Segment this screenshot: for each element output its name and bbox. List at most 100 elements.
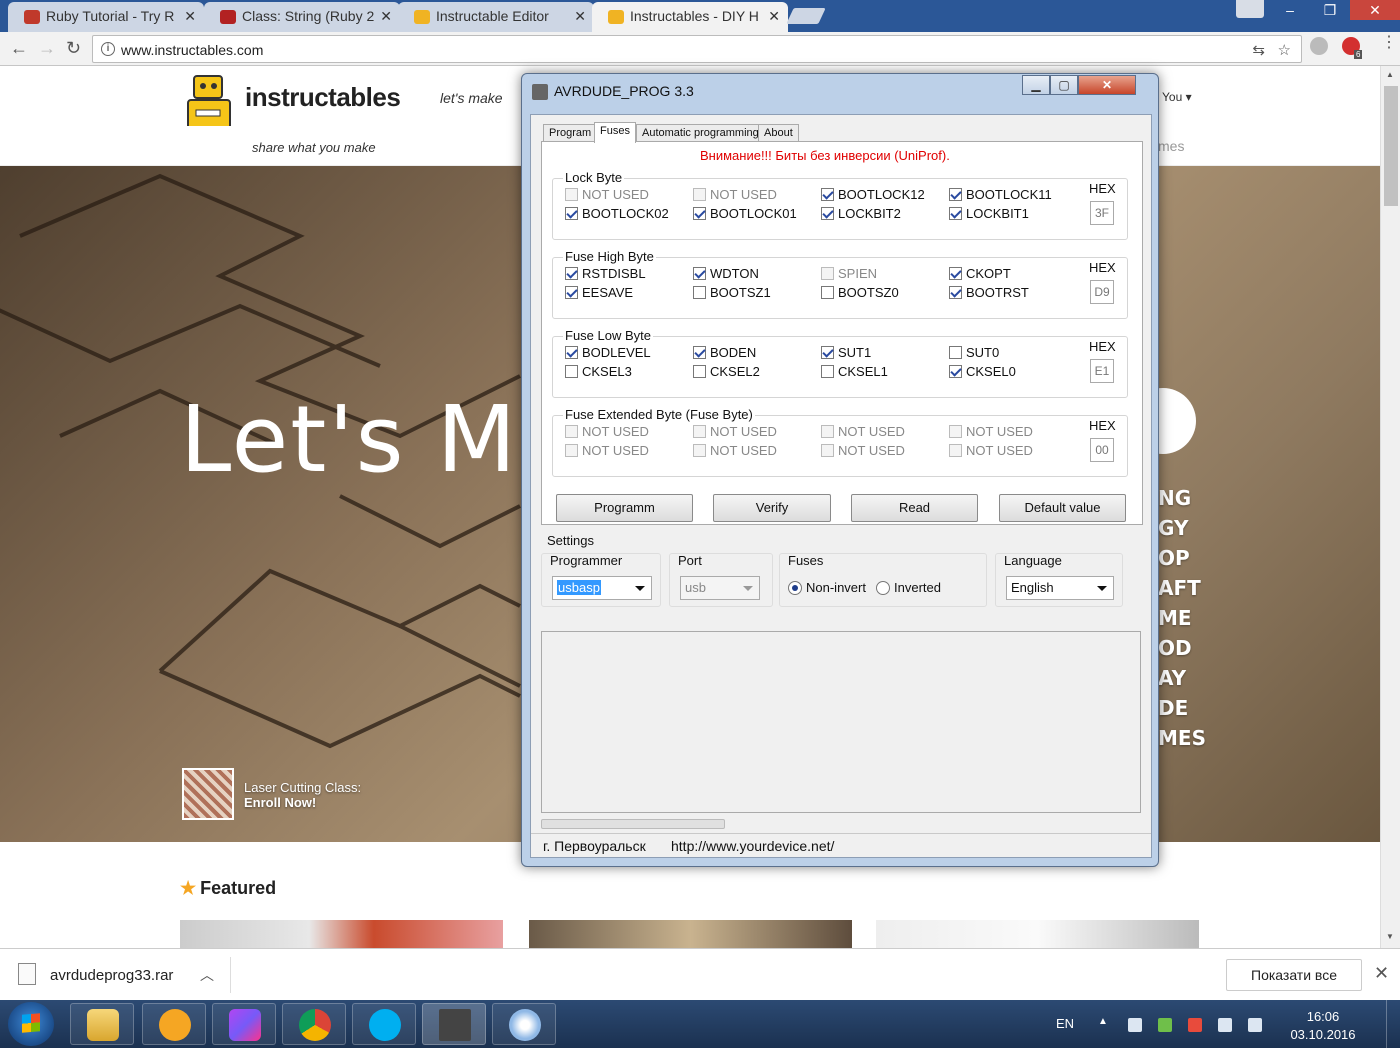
programmer-select[interactable]: usbasp xyxy=(552,576,652,600)
start-button[interactable] xyxy=(8,1002,54,1046)
category-link[interactable]: NG xyxy=(1158,486,1206,516)
volume-icon[interactable] xyxy=(1248,1018,1262,1032)
tab-fuses[interactable]: Fuses xyxy=(594,122,636,143)
close-tab-icon[interactable]: ✕ xyxy=(574,8,586,25)
taskbar-paint[interactable] xyxy=(492,1003,556,1045)
fuse-bit-checkbox[interactable]: CKSEL3 xyxy=(565,364,632,379)
port-select[interactable]: usb xyxy=(680,576,760,600)
close-icon[interactable]: ✕ xyxy=(1374,963,1389,984)
show-desktop-button[interactable] xyxy=(1386,1000,1400,1048)
page-scrollbar[interactable]: ▲ ▼ xyxy=(1380,66,1400,948)
fuse-bit-checkbox[interactable]: CKSEL0 xyxy=(949,364,1016,379)
bookmark-star-icon[interactable]: ☆ xyxy=(1278,41,1291,59)
default-value-button[interactable]: Default value xyxy=(999,494,1126,522)
fuse-bit-checkbox[interactable]: BOOTRST xyxy=(949,285,1029,300)
fuse-bit-checkbox[interactable]: NOT USED xyxy=(693,424,777,439)
language-select[interactable]: English xyxy=(1006,576,1114,600)
browser-tab-instructable-editor[interactable]: Instructable Editor ✕ xyxy=(398,2,594,32)
fuse-bit-checkbox[interactable]: NOT USED xyxy=(565,443,649,458)
category-link[interactable]: OD xyxy=(1158,636,1206,666)
category-link[interactable]: AY xyxy=(1158,666,1206,696)
hex-value-field[interactable]: 00 xyxy=(1090,438,1114,462)
chevron-up-icon[interactable]: ︿ xyxy=(200,965,214,985)
fuse-bit-checkbox[interactable]: NOT USED xyxy=(949,424,1033,439)
fuse-bit-checkbox[interactable]: BOOTLOCK12 xyxy=(821,187,925,202)
category-link[interactable]: AFT xyxy=(1158,576,1206,606)
inverted-radio[interactable]: Inverted xyxy=(876,580,941,595)
status-url[interactable]: http://www.yourdevice.net/ xyxy=(671,838,834,854)
laser-class-promo[interactable]: Laser Cutting Class: Enroll Now! xyxy=(244,780,361,810)
scrollbar-thumb[interactable] xyxy=(1384,86,1398,206)
hex-value-field[interactable]: D9 xyxy=(1090,280,1114,304)
flag-icon[interactable] xyxy=(1188,1018,1202,1032)
verify-button[interactable]: Verify xyxy=(713,494,831,522)
new-tab-button[interactable] xyxy=(786,8,826,24)
fuse-bit-checkbox[interactable]: WDTON xyxy=(693,266,759,281)
taskbar-avrdude[interactable] xyxy=(422,1003,486,1045)
fuse-bit-checkbox[interactable]: CKSEL1 xyxy=(821,364,888,379)
network-icon[interactable] xyxy=(1218,1018,1232,1032)
fuse-bit-checkbox[interactable]: NOT USED xyxy=(693,187,777,202)
close-window-icon[interactable]: ✕ xyxy=(1078,75,1136,95)
fuse-bit-checkbox[interactable]: RSTDISBL xyxy=(565,266,646,281)
hex-value-field[interactable]: 3F xyxy=(1090,201,1114,225)
minimize-window-icon[interactable]: ▁ xyxy=(1022,75,1050,95)
show-all-downloads-button[interactable]: Показати все xyxy=(1226,959,1362,991)
programm-button[interactable]: Programm xyxy=(556,494,693,522)
browser-tab-class-string[interactable]: Class: String (Ruby 2 ✕ xyxy=(204,2,400,32)
sync-icon[interactable] xyxy=(1158,1018,1172,1032)
games-nav-link[interactable]: mes xyxy=(1158,138,1184,154)
fuse-bit-checkbox[interactable]: SPIEN xyxy=(821,266,877,281)
taskbar-chrome[interactable] xyxy=(282,1003,346,1045)
fuse-bit-checkbox[interactable]: CKSEL2 xyxy=(693,364,760,379)
fuse-bit-checkbox[interactable]: BOOTSZ0 xyxy=(821,285,899,300)
fuse-bit-checkbox[interactable]: SUT1 xyxy=(821,345,871,360)
reload-icon[interactable]: ↻ xyxy=(66,38,81,59)
close-tab-icon[interactable]: ✕ xyxy=(184,8,196,25)
close-tab-icon[interactable]: ✕ xyxy=(380,8,392,25)
browser-menu-icon[interactable]: ⋮ xyxy=(1381,35,1397,51)
maximize-window-icon[interactable]: ▢ xyxy=(1050,75,1078,95)
fuse-bit-checkbox[interactable]: BOOTSZ1 xyxy=(693,285,771,300)
tab-automatic-programming[interactable]: Automatic programming xyxy=(636,124,765,142)
download-file-name[interactable]: avrdudeprog33.rar xyxy=(50,967,173,984)
category-link[interactable]: ME xyxy=(1158,606,1206,636)
fuse-bit-checkbox[interactable]: CKOPT xyxy=(949,266,1011,281)
tray-arrow-icon[interactable]: ▲ xyxy=(1098,1016,1108,1027)
close-window-icon[interactable]: ✕ xyxy=(1350,0,1400,20)
category-link[interactable]: OP xyxy=(1158,546,1206,576)
fuse-bit-checkbox[interactable]: BODLEVEL xyxy=(565,345,651,360)
minimize-window-icon[interactable]: – xyxy=(1270,0,1310,20)
log-scrollbar[interactable] xyxy=(541,819,725,829)
taskbar-explorer[interactable] xyxy=(70,1003,134,1045)
featured-card[interactable] xyxy=(876,920,1199,948)
category-link[interactable]: DE xyxy=(1158,696,1206,726)
address-bar[interactable]: i www.instructables.com ☆ ⇆ xyxy=(92,35,1302,63)
tab-about[interactable]: About xyxy=(758,124,799,142)
category-link[interactable]: MES xyxy=(1158,726,1206,756)
fuse-bit-checkbox[interactable]: NOT USED xyxy=(565,187,649,202)
taskbar-app-2[interactable] xyxy=(142,1003,206,1045)
taskbar-phpstorm[interactable] xyxy=(212,1003,276,1045)
user-menu[interactable]: You ▾ xyxy=(1162,90,1192,104)
fuse-bit-checkbox[interactable]: BOOTLOCK02 xyxy=(565,206,669,221)
battery-icon[interactable] xyxy=(1128,1018,1142,1032)
fuse-bit-checkbox[interactable]: BOOTLOCK01 xyxy=(693,206,797,221)
fuse-bit-checkbox[interactable]: LOCKBIT2 xyxy=(821,206,901,221)
fuse-bit-checkbox[interactable]: NOT USED xyxy=(565,424,649,439)
back-arrow-icon[interactable]: ← xyxy=(10,38,28,59)
close-tab-icon[interactable]: ✕ xyxy=(768,8,780,25)
maximize-window-icon[interactable]: ❐ xyxy=(1310,0,1350,20)
noninvert-radio[interactable]: Non-invert xyxy=(788,580,866,595)
info-icon[interactable]: i xyxy=(101,42,115,56)
browser-tab-instructables-diy[interactable]: Instructables - DIY H ✕ xyxy=(592,2,788,32)
tab-program[interactable]: Program xyxy=(543,124,598,142)
scroll-up-icon[interactable]: ▲ xyxy=(1386,70,1394,79)
hex-value-field[interactable]: E1 xyxy=(1090,359,1114,383)
input-language[interactable]: EN xyxy=(1056,1016,1074,1031)
clock[interactable]: 16:06 03.10.2016 xyxy=(1288,1008,1358,1044)
fuse-bit-checkbox[interactable]: NOT USED xyxy=(821,443,905,458)
laser-class-thumbnail[interactable] xyxy=(182,768,234,820)
read-button[interactable]: Read xyxy=(851,494,978,522)
translate-icon[interactable]: ⇆ xyxy=(1252,41,1265,59)
